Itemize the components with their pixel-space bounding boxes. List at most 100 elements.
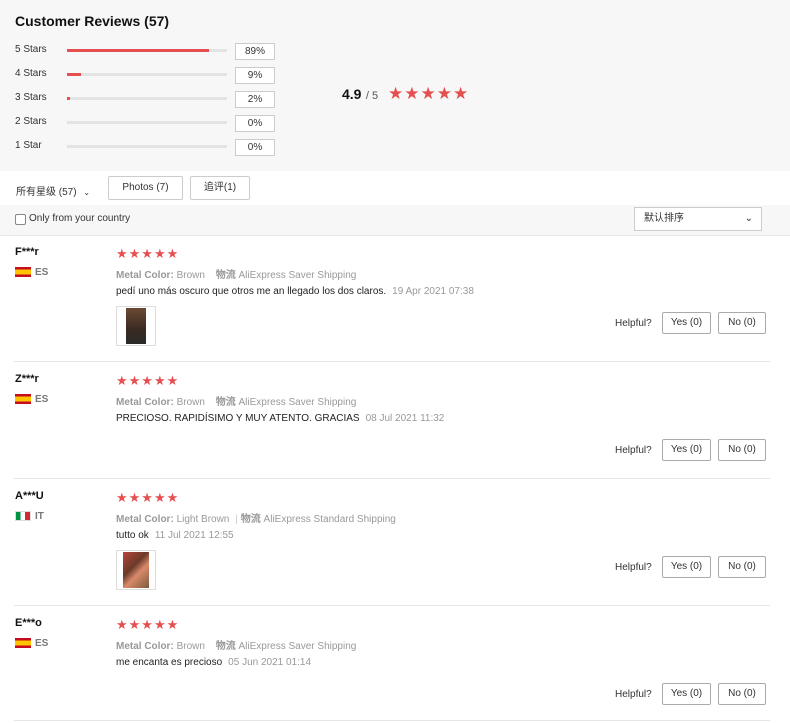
sku-color-label: Metal Color: [116, 514, 174, 525]
review-photo-image [126, 308, 146, 344]
distribution-bar [67, 97, 227, 100]
spain-flag-icon [15, 638, 31, 648]
review-photo[interactable] [116, 306, 156, 346]
helpful-yes-button[interactable]: Yes (0) [662, 683, 711, 705]
distribution-label: 1 Star [15, 140, 42, 151]
sku-color-label: Metal Color: [116, 641, 174, 652]
helpful-no-button[interactable]: No (0) [718, 439, 766, 461]
review-content: PRECIOSO. RAPIDÍSIMO Y MUY ATENTO. GRACI… [116, 413, 360, 424]
review-date: 08 Jul 2021 11:32 [365, 413, 445, 424]
sku-color-label: Metal Color: [116, 397, 174, 408]
reviewer-country: IT [35, 511, 44, 522]
star-icon: ★★★★★ [116, 373, 180, 388]
shipping-label: 物流 [240, 514, 261, 525]
sort-dropdown[interactable]: 默认排序 ⌄ [634, 207, 762, 231]
review-content: tutto ok [116, 530, 149, 541]
shipping-label: 物流 [215, 270, 236, 281]
sort-value: 默认排序 [644, 213, 684, 224]
reviewer-country: ES [35, 394, 49, 405]
review-sku: Metal Color: Light Brown | 物流 AliExpress … [116, 510, 396, 525]
review-date: 05 Jun 2021 01:14 [228, 657, 312, 668]
reviewer-country: ES [35, 267, 49, 278]
distribution-label: 3 Stars [15, 92, 47, 103]
spain-flag-icon [15, 394, 31, 404]
distribution-bar [67, 49, 227, 52]
additional-review-filter-button[interactable]: 追评(1) [190, 176, 250, 200]
helpful-no-button[interactable]: No (0) [718, 312, 766, 334]
helpful-label: Helpful? [615, 445, 652, 456]
review-divider [14, 720, 770, 721]
reviews-title: Customer Reviews (57) [15, 13, 170, 29]
reviewer-name: F***r [15, 246, 39, 258]
distribution-row-5[interactable]: 5 Stars 89% [15, 43, 285, 61]
country-filter-label[interactable]: Only from your country [29, 213, 130, 224]
photos-filter-button[interactable]: Photos (7) [108, 176, 183, 200]
star-icon: ★★★★★ [116, 617, 180, 632]
distribution-bar [67, 145, 227, 148]
overall-out-of: / 5 [365, 90, 379, 102]
reviewer-name: A***U [15, 490, 44, 502]
shipping-label: 物流 [215, 397, 236, 408]
sku-separator: | [235, 514, 238, 525]
helpful-label: Helpful? [615, 689, 652, 700]
star-filter-label: 所有星级 (57) [16, 187, 77, 198]
review-sku: Metal Color: Brown 物流 AliExpress Saver S… [116, 393, 356, 408]
star-filter-dropdown[interactable]: 所有星级 (57) ⌄ [16, 183, 90, 198]
review-sku: Metal Color: Brown 物流 AliExpress Saver S… [116, 637, 356, 652]
sku-color-value: Brown [176, 397, 205, 408]
shipping-value: AliExpress Saver Shipping [238, 397, 357, 408]
checkbox-icon[interactable] [15, 214, 26, 225]
distribution-label: 2 Stars [15, 116, 47, 127]
distribution-percent: 0% [235, 139, 275, 156]
distribution-bar-fill [67, 49, 210, 52]
star-icon: ★★★★★ [388, 84, 470, 103]
distribution-percent: 9% [235, 67, 275, 84]
sku-color-label: Metal Color: [116, 270, 174, 281]
shipping-value: AliExpress Saver Shipping [238, 641, 357, 652]
review-sku: Metal Color: Brown 物流 AliExpress Saver S… [116, 266, 356, 281]
overall-rating: 4.9 / 5 ★★★★★ [342, 84, 468, 104]
star-icon: ★★★★★ [116, 246, 180, 261]
review-divider [14, 605, 770, 606]
review-content: pedí uno más oscuro que otros me an lleg… [116, 286, 387, 297]
helpful-yes-button[interactable]: Yes (0) [662, 556, 711, 578]
star-icon: ★★★★★ [116, 490, 180, 505]
review-text: tutto ok 11 Jul 2021 12:55 [116, 530, 234, 541]
review-content: me encanta es precioso [116, 657, 223, 668]
review-photo[interactable] [116, 550, 156, 590]
distribution-bar-fill [67, 97, 71, 100]
sku-color-value: Light Brown [176, 514, 230, 525]
reviewer-name: Z***r [15, 373, 39, 385]
distribution-label: 5 Stars [15, 44, 47, 55]
helpful-no-button[interactable]: No (0) [718, 556, 766, 578]
review-text: me encanta es precioso 05 Jun 2021 01:14 [116, 657, 311, 668]
review-divider [14, 478, 770, 479]
review-text: pedí uno más oscuro que otros me an lleg… [116, 286, 474, 297]
helpful-label: Helpful? [615, 562, 652, 573]
chevron-down-icon: ⌄ [83, 188, 91, 197]
distribution-row-2[interactable]: 2 Stars 0% [15, 115, 285, 133]
helpful-yes-button[interactable]: Yes (0) [662, 439, 711, 461]
helpful-yes-button[interactable]: Yes (0) [662, 312, 711, 334]
distribution-percent: 0% [235, 115, 275, 132]
distribution-row-4[interactable]: 4 Stars 9% [15, 67, 285, 85]
sku-color-value: Brown [176, 270, 205, 281]
review-photo-image [123, 552, 149, 588]
review-divider [14, 361, 770, 362]
distribution-row-3[interactable]: 3 Stars 2% [15, 91, 285, 109]
overall-score: 4.9 [342, 86, 362, 102]
distribution-percent: 2% [235, 91, 275, 108]
sku-color-value: Brown [176, 641, 205, 652]
italy-flag-icon [15, 511, 31, 521]
helpful-no-button[interactable]: No (0) [718, 683, 766, 705]
distribution-row-1[interactable]: 1 Star 0% [15, 139, 285, 157]
shipping-value: AliExpress Standard Shipping [263, 514, 396, 525]
shipping-label: 物流 [215, 641, 236, 652]
distribution-bar [67, 73, 227, 76]
distribution-percent: 89% [235, 43, 275, 60]
chevron-down-icon: ⌄ [744, 213, 753, 224]
review-date: 19 Apr 2021 07:38 [392, 286, 474, 297]
reviewer-country: ES [35, 638, 49, 649]
review-date: 11 Jul 2021 12:55 [154, 530, 234, 541]
shipping-value: AliExpress Saver Shipping [238, 270, 357, 281]
